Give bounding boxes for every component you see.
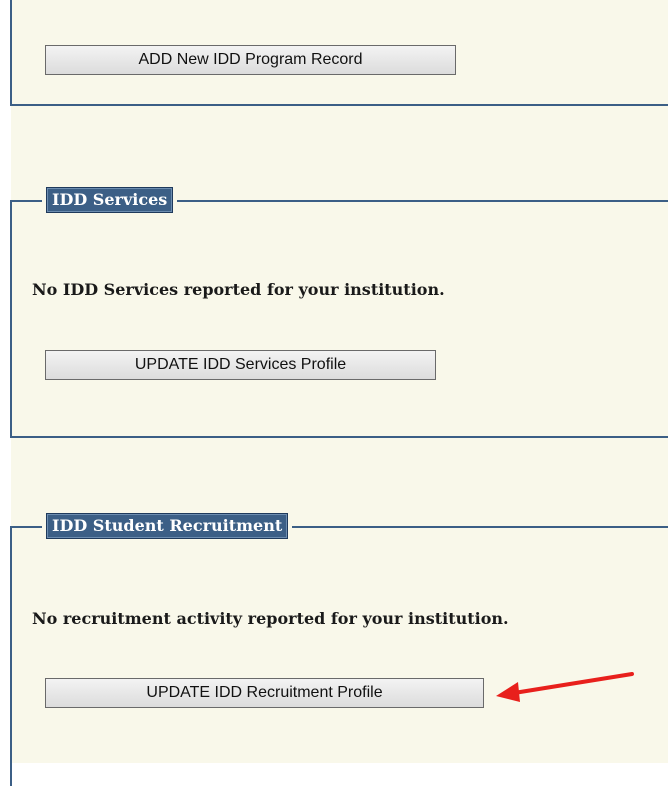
idd-recruitment-legend: IDD Student Recruitment <box>42 513 293 539</box>
idd-services-legend: IDD Services <box>42 187 178 213</box>
idd-services-section: IDD Services <box>10 187 668 438</box>
idd-services-title: IDD Services <box>46 187 174 213</box>
update-idd-services-profile-button[interactable]: UPDATE IDD Services Profile <box>45 350 436 380</box>
red-arrow-icon <box>496 672 634 702</box>
idd-recruitment-section: IDD Student Recruitment <box>10 513 668 786</box>
arrow-head <box>496 682 520 702</box>
idd-recruitment-title: IDD Student Recruitment <box>46 513 289 539</box>
arrow-shaft <box>512 672 634 695</box>
add-idd-program-record-button[interactable]: ADD New IDD Program Record <box>45 45 456 75</box>
idd-services-message: No IDD Services reported for your instit… <box>32 280 445 299</box>
update-idd-recruitment-profile-button[interactable]: UPDATE IDD Recruitment Profile <box>45 678 484 708</box>
idd-recruitment-message: No recruitment activity reported for you… <box>32 609 509 628</box>
